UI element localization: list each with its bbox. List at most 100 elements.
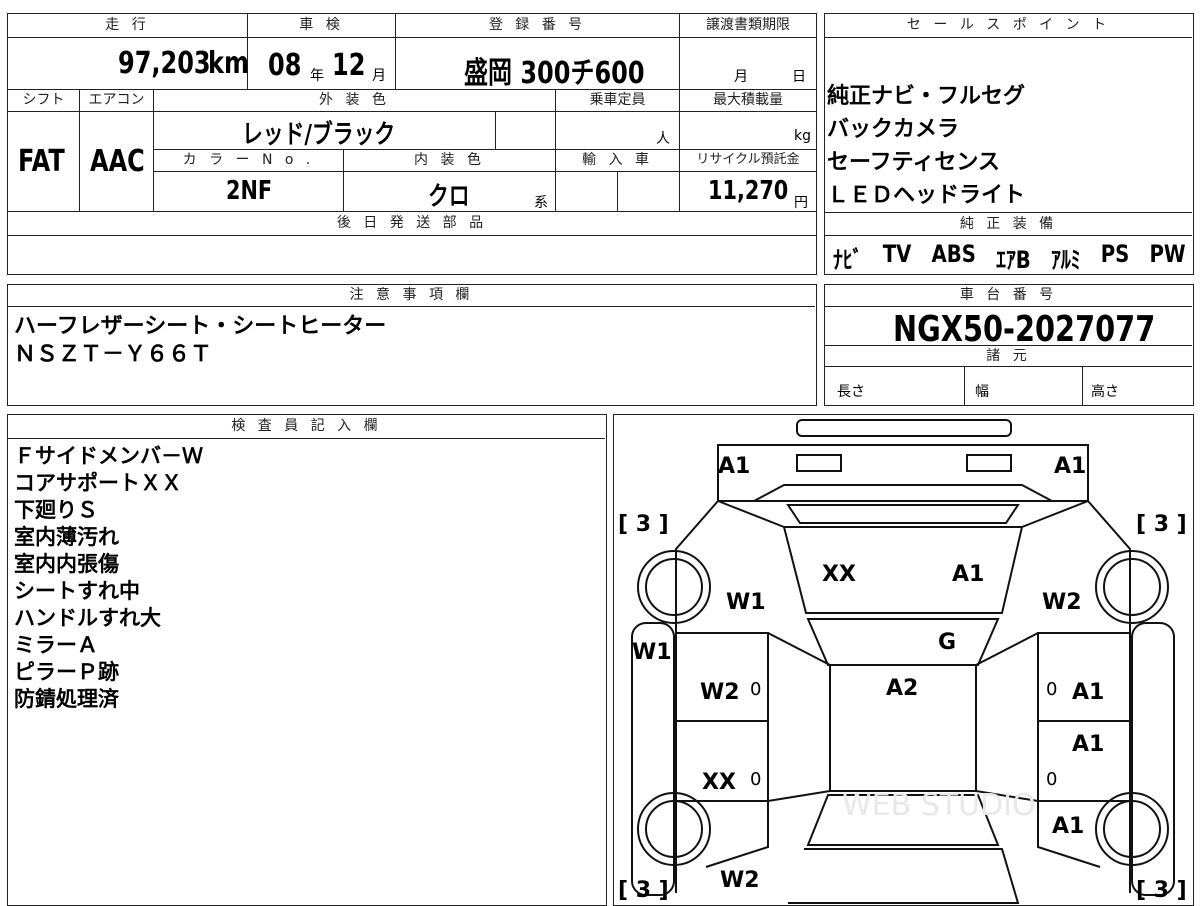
exterior-color-cell: レッド/ブラック xyxy=(154,112,496,150)
recycle-header: リサイクル預託金 xyxy=(680,150,816,172)
mark-right-rear-door: A1 xyxy=(1072,732,1104,757)
front-panel-shape xyxy=(717,444,1089,502)
registration-cell: 盛岡 300チ600 xyxy=(396,38,680,91)
equipment-item: PS xyxy=(1100,240,1130,268)
inspection-year: 08 xyxy=(268,48,302,83)
left-headlight-shape xyxy=(796,454,842,472)
notes-line: ＮＳＺＴ－Ｙ６６Ｔ xyxy=(14,342,213,367)
watermark-text: WEB STUDIO xyxy=(842,788,1036,823)
max-load-cell: kg xyxy=(680,112,816,150)
inspection-month: 12 xyxy=(332,48,366,83)
sale-points-list: 純正ナビ・フルセグ バックカメラ セーフティセンス ＬＥＤヘッドライト xyxy=(827,80,1025,212)
sale-point-item: 純正ナビ・フルセグ xyxy=(827,84,1026,109)
transfer-deadline-header: 譲渡書類期限 xyxy=(680,14,816,38)
ac-value: AAC xyxy=(90,144,145,179)
transfer-day-unit: 日 xyxy=(792,69,806,85)
mark-windshield: G xyxy=(938,630,956,655)
mark-front-left-fender: W1 xyxy=(726,590,766,615)
front-bumper-shape xyxy=(796,419,1012,437)
registration-value: 盛岡 300チ600 xyxy=(464,56,645,91)
max-load-header: 最大積載量 xyxy=(680,90,816,112)
spec-height-cell: 高さ xyxy=(1083,367,1192,405)
left-quarter-shape xyxy=(705,801,769,868)
mark-zero-left-front: 0 xyxy=(750,679,761,700)
front-left-tire-outer xyxy=(637,550,711,624)
inspector-line: 室内薄汚れ xyxy=(14,525,119,549)
tire-grade-rear-right: [ 3 ] xyxy=(1136,878,1187,903)
tire-grade-front-right: [ 3 ] xyxy=(1136,512,1187,537)
spec-length-cell: 長さ xyxy=(825,367,965,405)
inspector-line: シートすれ中 xyxy=(14,579,140,603)
shift-value: FAT xyxy=(18,144,65,179)
inspector-line: 防錆処理済 xyxy=(14,687,119,711)
front-left-tire-inner xyxy=(645,558,703,616)
interior-color-value: クロ xyxy=(428,182,470,212)
mileage-header: 走 行 xyxy=(8,14,248,38)
mark-zero-right-front: 0 xyxy=(1046,679,1057,700)
shift-cell: FAT xyxy=(8,112,80,212)
capacity-header: 乗車定員 xyxy=(556,90,680,112)
recycle-unit: 円 xyxy=(794,195,808,211)
color-no-header: カ ラ ー N o . xyxy=(154,150,344,172)
inspector-line: ミラーＡ xyxy=(14,633,98,657)
spec-width-cell: 幅 xyxy=(965,367,1083,405)
sale-point-item: セーフティセンス xyxy=(827,150,1000,175)
mark-front-right-fender: W2 xyxy=(1042,590,1082,615)
mark-hood-right: A1 xyxy=(952,562,984,587)
exterior-color-header: 外 装 色 xyxy=(154,90,556,112)
chassis-number: NGX50-2027077 xyxy=(893,309,1156,350)
inspector-line: ピラーＰ跡 xyxy=(14,660,119,684)
equipment-list: ﾅﾋﾞ TV ABS ｴｱB ｱﾙﾐ PS PW xyxy=(833,240,1186,275)
inspection-month-unit: 月 xyxy=(372,68,386,84)
later-parts-header: 後 日 発 送 部 品 xyxy=(8,212,816,236)
equipment-item: PW xyxy=(1149,240,1186,268)
equipment-header: 純 正 装 備 xyxy=(825,212,1192,236)
registration-header: 登 録 番 号 xyxy=(396,14,680,38)
grille-line-shape xyxy=(753,484,1053,502)
ac-cell: AAC xyxy=(80,112,154,212)
spec-height-label: 高さ xyxy=(1091,384,1119,400)
interior-color-suffix: 系 xyxy=(534,195,548,211)
mark-left-front-door: W2 xyxy=(700,680,740,705)
inspector-header: 検 査 員 記 入 欄 xyxy=(8,415,605,439)
inspector-line: Ｆサイドメンバ－Ｗ xyxy=(14,444,203,468)
transfer-deadline-cell: 月 日 xyxy=(680,38,816,90)
left-front-door-shape xyxy=(675,632,769,722)
left-pillar-shape xyxy=(717,500,785,528)
notes-line: ハーフレザーシート・シートヒーター xyxy=(14,314,387,339)
car-diagram-box: WEB STUDIO [ 3 ] [ 3 ] [ 3 ] [ 3 ] A1 A1… xyxy=(613,414,1194,906)
transfer-month-unit: 月 xyxy=(734,69,748,85)
exterior-color-value: レッド/ブラック xyxy=(242,120,396,150)
chassis-box: 車 台 番 号 NGX50-2027077 諸 元 長さ 幅 高さ xyxy=(824,284,1194,406)
sale-point-item: ＬＥＤヘッドライト xyxy=(827,183,1026,208)
mark-rear-left: W2 xyxy=(720,868,760,893)
mark-zero-left-rear: 0 xyxy=(750,769,761,790)
mark-left-side: W1 xyxy=(632,640,672,665)
inspection-header: 車 検 xyxy=(248,14,396,38)
capacity-cell: 人 xyxy=(556,112,680,150)
import-cell-a xyxy=(556,172,618,212)
mark-zero-right-rear: 0 xyxy=(1046,769,1057,790)
right-side-sill-shape xyxy=(1131,622,1175,896)
car-diagram: WEB STUDIO [ 3 ] [ 3 ] [ 3 ] [ 3 ] A1 A1… xyxy=(618,419,1187,904)
hood-front-shape xyxy=(786,504,1020,524)
right-front-door-shape xyxy=(1037,632,1131,722)
notes-box: 注 意 事 項 欄 ハーフレザーシート・シートヒーター ＮＳＺＴ－Ｙ６６Ｔ xyxy=(7,284,817,406)
inspection-year-unit: 年 xyxy=(310,68,324,84)
recycle-cell: 11,270 円 xyxy=(680,172,816,212)
notes-lines: ハーフレザーシート・シートヒーター ＮＳＺＴ－Ｙ６６Ｔ xyxy=(14,313,386,369)
mark-left-rear-door: XX xyxy=(702,770,736,795)
ac-header: エアコン xyxy=(80,90,154,112)
capacity-unit: 人 xyxy=(656,131,670,147)
mark-front-left-corner: A1 xyxy=(718,454,750,479)
right-headlight-shape xyxy=(966,454,1012,472)
color-no-cell: 2NF xyxy=(154,172,344,212)
trunk-shape xyxy=(788,848,1020,904)
windshield-shape xyxy=(806,618,1000,666)
recycle-value: 11,270 xyxy=(708,176,789,206)
interior-color-cell: クロ 系 xyxy=(344,172,556,212)
hood-shape xyxy=(782,526,1024,614)
mileage-cell: 97,203 km xyxy=(8,38,249,90)
spec-width-label: 幅 xyxy=(975,384,989,400)
mark-right-front-door: A1 xyxy=(1072,680,1104,705)
